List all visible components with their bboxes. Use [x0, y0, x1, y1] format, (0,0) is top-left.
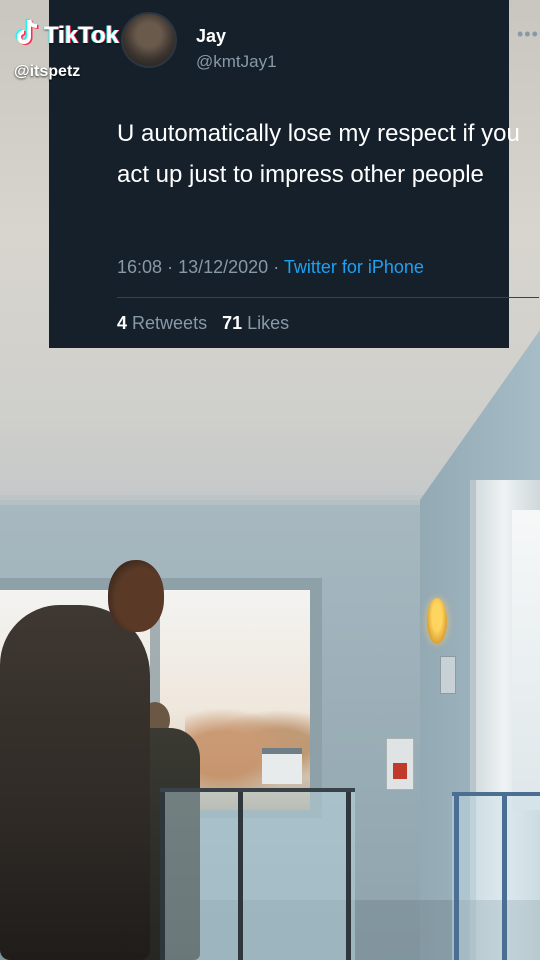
glass-railing	[160, 788, 355, 960]
more-horizontal-icon[interactable]: •••	[517, 24, 539, 45]
rail-post	[454, 796, 459, 960]
meta-separator: ·	[273, 257, 280, 277]
tweet-meta: 16:08 · 13/12/2020 · Twitter for iPhone	[117, 257, 424, 278]
meta-separator: ·	[167, 257, 174, 277]
tiktok-note-icon	[14, 18, 40, 53]
fire-alarm	[386, 738, 414, 790]
rail-post	[238, 792, 243, 960]
tweet-display-name[interactable]: Jay	[196, 26, 226, 47]
person-foreground-head	[108, 560, 164, 632]
rail-post	[346, 792, 351, 960]
likes-stat[interactable]: 71 Likes	[222, 313, 289, 333]
tweet-source-link[interactable]: Twitter for iPhone	[284, 257, 424, 277]
tweet-date: 13/12/2020	[178, 257, 269, 277]
glass-railing-right	[452, 792, 540, 960]
tiktok-username: @itspetz	[14, 63, 81, 80]
tiktok-brand: TikTok	[44, 21, 120, 49]
wall-edge	[0, 495, 440, 505]
likes-count: 71	[222, 313, 243, 333]
divider	[117, 297, 539, 298]
likes-label: Likes	[247, 313, 290, 333]
retweets-label: Retweets	[132, 313, 208, 333]
rail-post	[502, 796, 507, 960]
retweets-stat[interactable]: 4 Retweets	[117, 313, 207, 333]
tiktok-watermark: TikTok	[14, 18, 119, 53]
tweet-time: 16:08	[117, 257, 163, 277]
tweet-text: U automatically lose my respect if you a…	[117, 120, 520, 188]
wall-lamp	[427, 598, 447, 644]
tweet-stats: 4 Retweets 71 Likes	[117, 313, 289, 334]
retweets-count: 4	[117, 313, 128, 333]
tweet-handle[interactable]: @kmtJay1	[196, 52, 277, 72]
right-window-glass	[512, 510, 540, 810]
wall-switch	[440, 656, 456, 694]
house-outside	[262, 748, 302, 784]
rail-post	[160, 792, 165, 960]
person-foreground	[0, 605, 150, 960]
avatar[interactable]	[121, 12, 177, 68]
